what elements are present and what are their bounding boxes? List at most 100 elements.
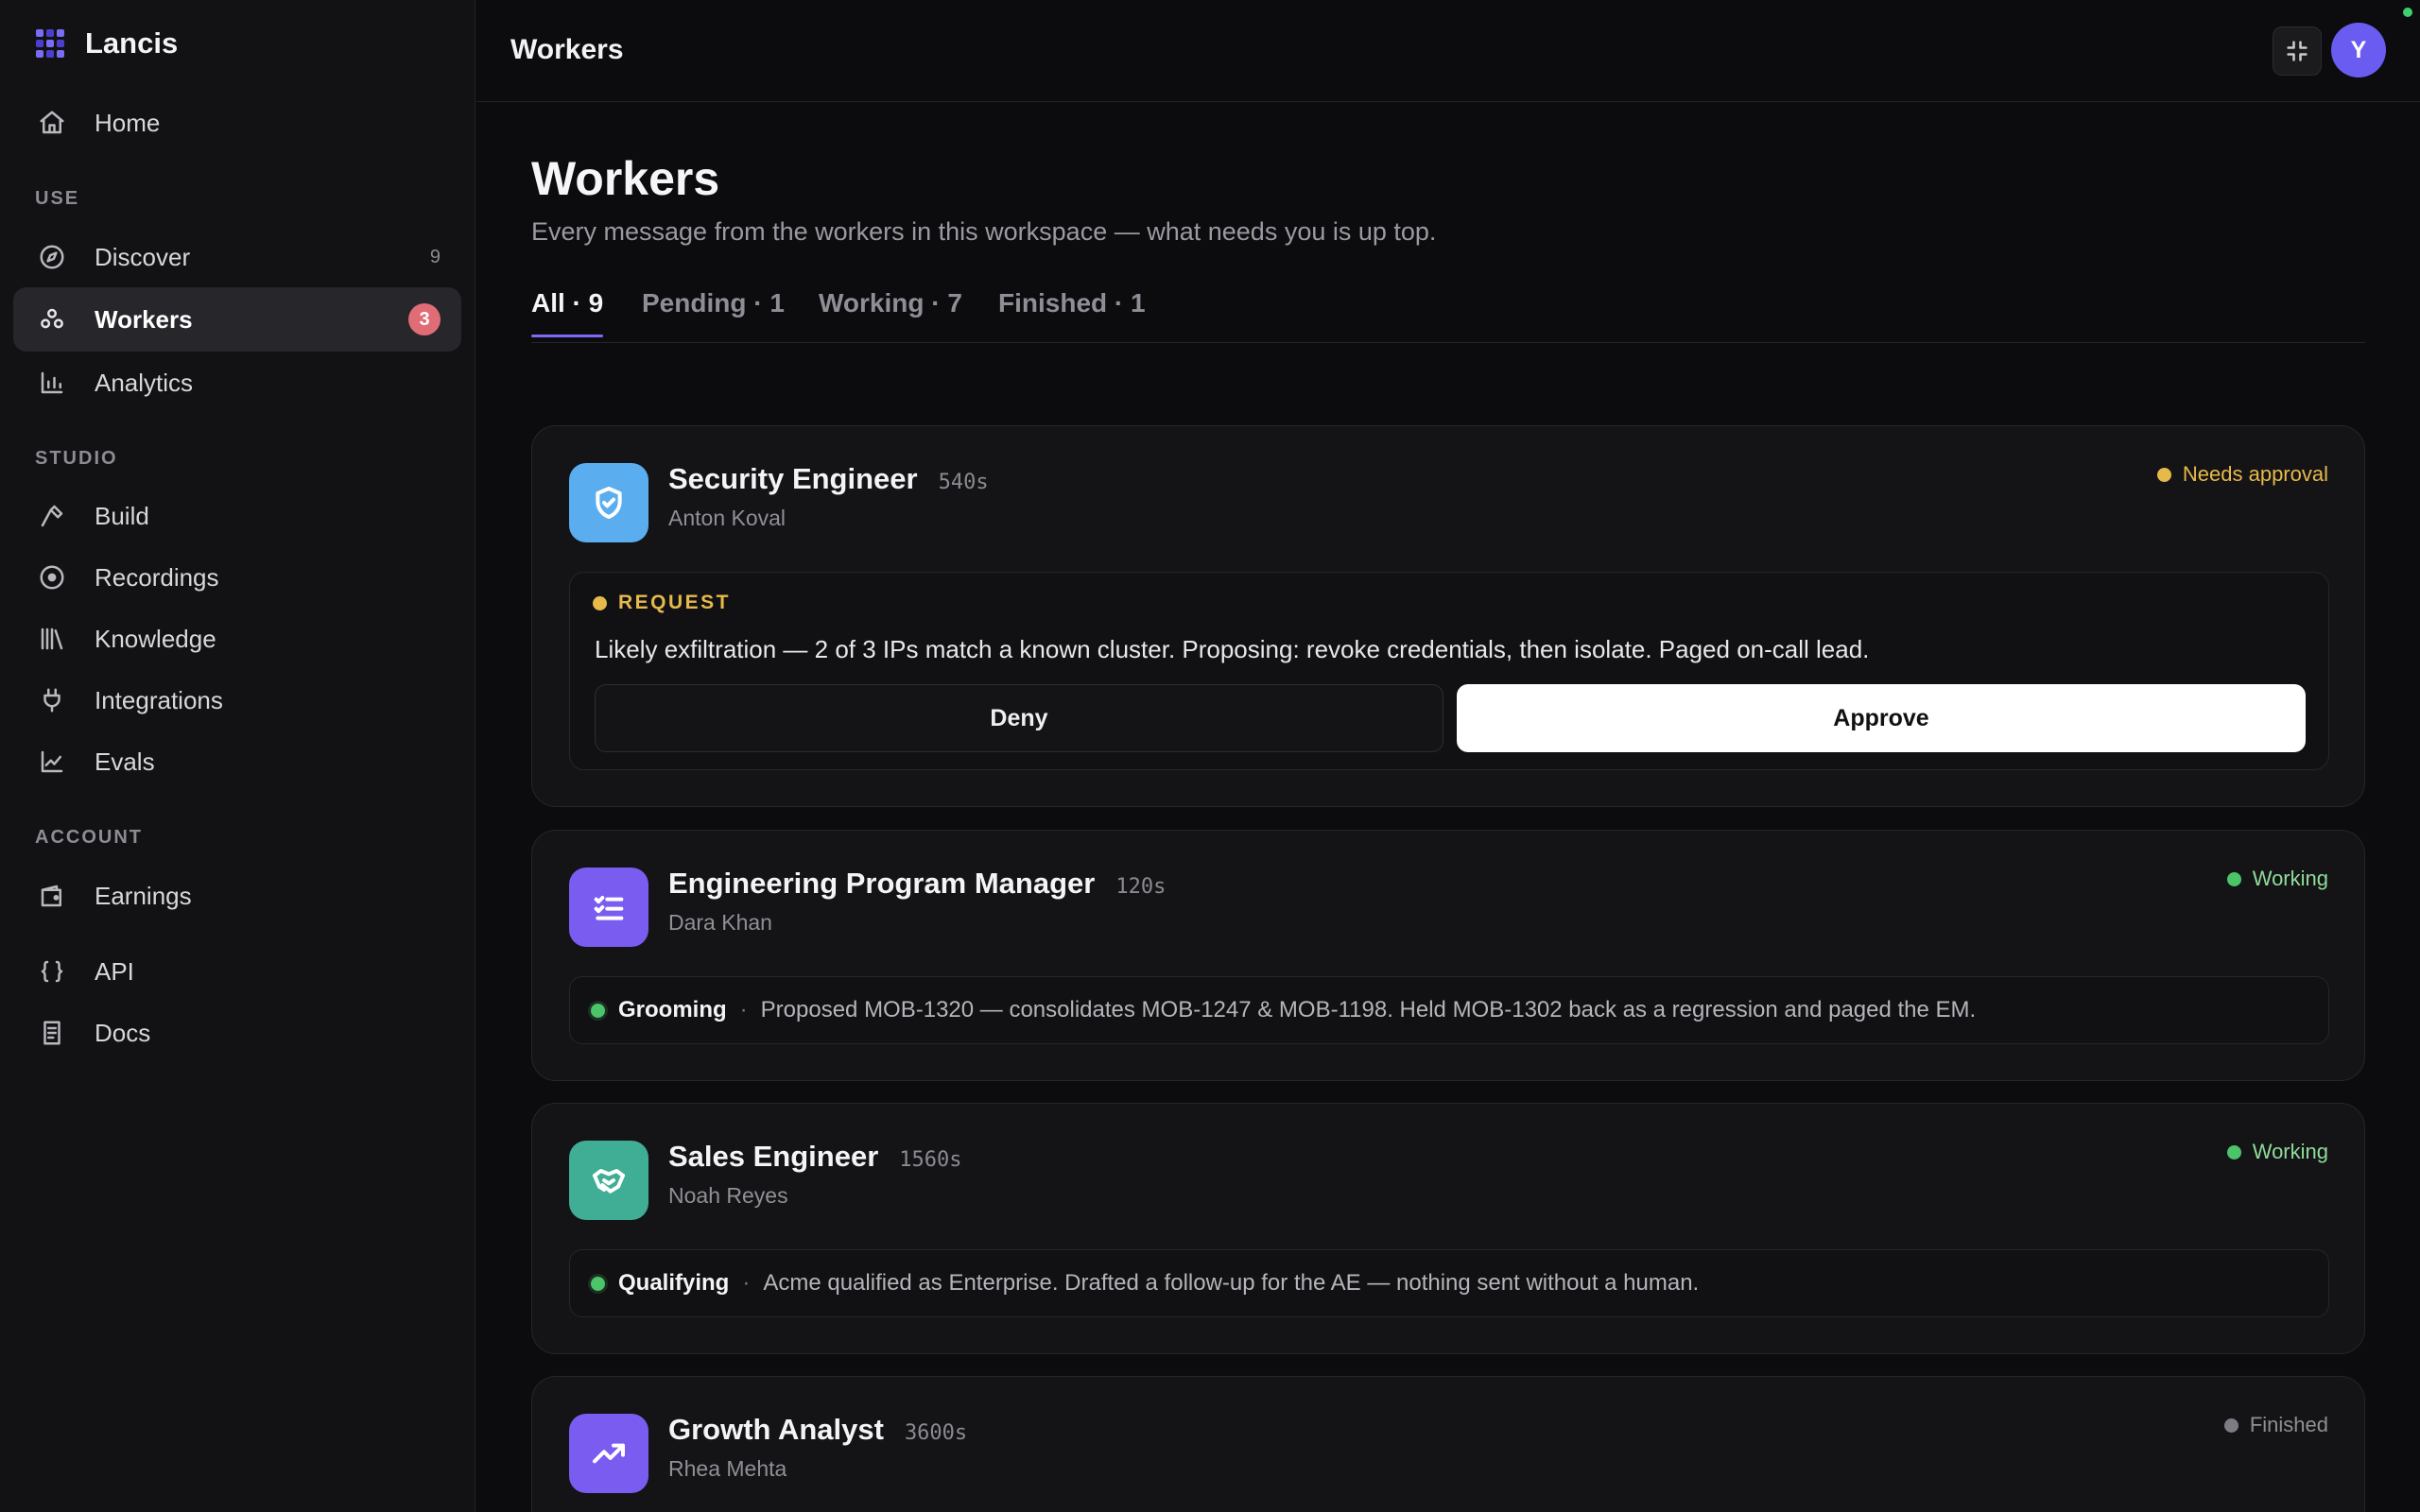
worker-card-sales-engineer[interactable]: Sales Engineer 1560s Noah Reyes Working …	[531, 1103, 2365, 1354]
worker-elapsed-time: 3600s	[904, 1421, 968, 1445]
status-badge: Finished	[2223, 1413, 2328, 1437]
sidebar-item-api[interactable]: API	[13, 939, 461, 1004]
workers-icon	[41, 308, 63, 329]
card-icon-tile	[569, 1414, 648, 1493]
sidebar-item-integrations[interactable]: Integrations	[13, 668, 461, 732]
sidebar-item-earnings[interactable]: Earnings	[13, 864, 461, 928]
worker-owner: Rhea Mehta	[668, 1456, 787, 1481]
status-label: Working	[2252, 1140, 2328, 1163]
worker-card-growth-analyst[interactable]: Growth Analyst 3600s Rhea Mehta Finished	[531, 1376, 2365, 1512]
worker-title: Growth Analyst	[668, 1413, 884, 1446]
deny-button[interactable]: Deny	[595, 684, 1443, 752]
sidebar-item-label: Workers	[95, 304, 193, 334]
brand-name: Lancis	[85, 26, 179, 60]
request-label-text: REQUEST	[618, 592, 732, 613]
status-dot	[2223, 1418, 2238, 1433]
brand-logo-icon	[36, 29, 64, 58]
trending-up-icon	[593, 1443, 625, 1464]
wallet-icon	[41, 885, 61, 907]
card-icon-tile	[569, 868, 648, 947]
section-label-studio: STUDIO	[35, 448, 118, 469]
top-bar: Workers Y	[476, 0, 2420, 102]
sidebar-item-label: Discover	[95, 242, 191, 271]
sidebar-item-label: Recordings	[95, 562, 219, 592]
sidebar-item-label: Knowledge	[95, 624, 216, 653]
request-label: REQUEST	[593, 592, 731, 614]
status-label: Needs approval	[2182, 462, 2328, 486]
shield-icon	[596, 487, 622, 519]
top-bar-title: Workers	[510, 34, 624, 65]
worker-elapsed-time: 120s	[1115, 875, 1167, 899]
sidebar-item-label: Analytics	[95, 368, 194, 397]
sidebar-item-label: Evals	[95, 747, 155, 776]
sidebar-item-label: Integrations	[95, 685, 223, 714]
filter-tabs: All · 9 Pending · 1 Working · 7 Finished…	[531, 288, 2365, 343]
sidebar-item-discover[interactable]: Discover 9	[13, 225, 461, 289]
page-title: Workers	[531, 152, 720, 205]
worker-owner: Noah Reyes	[668, 1183, 788, 1208]
sidebar-item-docs[interactable]: Docs	[13, 1001, 461, 1065]
collapse-button[interactable]	[2273, 26, 2322, 76]
card-header: Security Engineer 540s	[668, 462, 989, 496]
activity-row: Grooming · Proposed MOB-1320 — consolida…	[569, 976, 2329, 1044]
library-icon	[41, 627, 63, 650]
card-icon-tile	[569, 463, 648, 542]
sidebar-item-knowledge[interactable]: Knowledge	[13, 607, 461, 671]
request-dot	[593, 595, 607, 610]
worker-card-security-engineer[interactable]: Security Engineer 540s Anton Koval Needs…	[531, 425, 2365, 807]
tab-finished[interactable]: Finished · 1	[998, 288, 1146, 335]
tab-pending[interactable]: Pending · 1	[642, 288, 785, 335]
request-message: Likely exfiltration — 2 of 3 IPs match a…	[595, 635, 1870, 663]
sidebar-item-label: Earnings	[95, 881, 192, 910]
collapse-icon	[2287, 41, 2308, 61]
tab-all[interactable]: All · 9	[531, 288, 604, 337]
worker-card-engineering-program-manager[interactable]: Engineering Program Manager 120s Dara Kh…	[531, 830, 2365, 1081]
sidebar-item-label: Docs	[95, 1018, 151, 1047]
hammer-icon	[41, 505, 63, 527]
sidebar-item-analytics[interactable]: Analytics	[13, 351, 461, 415]
sidebar: Lancis Home USE Discover 9 Workers 3 Ana…	[0, 0, 475, 1512]
activity-dot	[591, 1276, 605, 1291]
sidebar-item-home[interactable]: Home	[13, 91, 461, 155]
worker-elapsed-time: 1560s	[899, 1148, 962, 1172]
approve-button[interactable]: Approve	[1457, 684, 2306, 752]
worker-title: Engineering Program Manager	[668, 867, 1096, 900]
tab-working[interactable]: Working · 7	[819, 288, 962, 335]
activity-row: Qualifying · Acme qualified as Enterpris…	[569, 1249, 2329, 1317]
card-header: Growth Analyst 3600s	[668, 1413, 967, 1447]
sidebar-item-workers[interactable]: Workers 3	[13, 287, 461, 352]
section-label-use: USE	[35, 188, 80, 209]
activity-text: Proposed MOB-1320 — consolidates MOB-124…	[760, 997, 1977, 1022]
page-subtitle: Every message from the workers in this w…	[531, 217, 1437, 246]
status-badge: Working	[2226, 1140, 2328, 1164]
sidebar-item-build[interactable]: Build	[13, 484, 461, 548]
compass-icon	[40, 245, 64, 269]
status-label: Finished	[2249, 1413, 2328, 1436]
checklist-icon	[594, 896, 624, 920]
status-label: Working	[2252, 867, 2328, 890]
discover-count: 9	[429, 246, 441, 267]
activity-label: Qualifying	[618, 1270, 730, 1296]
sidebar-item-evals[interactable]: Evals	[13, 730, 461, 794]
card-header: Engineering Program Manager 120s	[668, 867, 1166, 901]
sidebar-item-label: API	[95, 956, 134, 986]
worker-elapsed-time: 540s	[938, 471, 989, 494]
status-badge: Needs approval	[2156, 462, 2328, 487]
status-dot	[2226, 1144, 2241, 1160]
activity-separator: ·	[742, 1270, 751, 1296]
handshake-icon	[593, 1169, 625, 1194]
record-icon	[40, 565, 64, 590]
status-dot	[2226, 871, 2241, 886]
sidebar-item-label: Home	[95, 108, 161, 137]
line-chart-icon	[41, 750, 63, 773]
worker-title: Sales Engineer	[668, 1140, 879, 1173]
status-badge: Working	[2226, 867, 2328, 891]
home-icon	[40, 111, 64, 134]
activity-dot	[591, 1003, 605, 1018]
activity-label: Grooming	[618, 997, 727, 1022]
avatar[interactable]: Y	[2331, 23, 2386, 77]
plug-icon	[43, 688, 60, 713]
brand[interactable]: Lancis	[36, 25, 178, 62]
section-label-account: ACCOUNT	[35, 827, 143, 848]
sidebar-item-recordings[interactable]: Recordings	[13, 545, 461, 610]
